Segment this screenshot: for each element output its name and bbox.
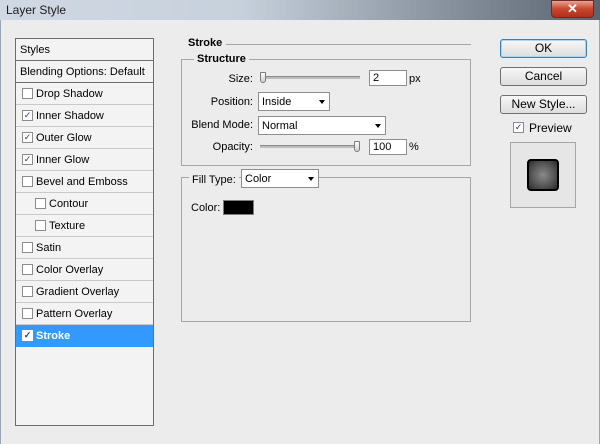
style-item-label: Outer Glow <box>36 132 92 144</box>
opacity-label: Opacity: <box>212 141 253 153</box>
preview-thumbnail <box>510 142 576 208</box>
title-bar[interactable]: Layer Style ✕ <box>0 0 600 20</box>
check-icon: ✓ <box>23 330 32 340</box>
preview-checkbox[interactable]: ✓ <box>513 122 524 133</box>
close-icon: ✕ <box>567 1 578 16</box>
blend-mode-value: Normal <box>262 120 298 132</box>
style-item-contour[interactable]: Contour <box>16 193 153 215</box>
stroke-divider <box>226 44 471 45</box>
style-item-bevel-and-emboss[interactable]: Bevel and Emboss <box>16 171 153 193</box>
style-checkbox[interactable] <box>22 176 33 187</box>
style-item-label: Inner Shadow <box>36 110 104 122</box>
chevron-down-icon <box>319 100 325 104</box>
opacity-value: 100 <box>373 141 392 153</box>
check-icon: ✓ <box>23 110 32 120</box>
size-label: Size: <box>228 73 253 85</box>
size-slider-thumb[interactable] <box>260 72 266 83</box>
style-item-label: Texture <box>49 220 86 232</box>
fill-group <box>181 177 471 322</box>
style-item-stroke[interactable]: ✓ Stroke <box>16 325 153 347</box>
blend-mode-label: Blend Mode: <box>191 119 253 131</box>
opacity-slider-track[interactable] <box>260 145 360 148</box>
style-item-satin[interactable]: Satin <box>16 237 153 259</box>
styles-list: Styles Blending Options: Default Drop Sh… <box>15 38 154 426</box>
ok-label: OK <box>534 41 553 55</box>
preview-label: Preview <box>529 121 572 135</box>
window-title: Layer Style <box>6 3 67 17</box>
style-checkbox[interactable]: ✓ <box>22 132 33 143</box>
size-value: 2 <box>373 72 380 84</box>
style-checkbox[interactable] <box>22 264 33 275</box>
blending-options-label: Blending Options: Default <box>20 66 145 78</box>
new-style-label: New Style... <box>511 97 576 111</box>
position-value: Inside <box>262 96 292 108</box>
style-item-label: Contour <box>49 198 89 210</box>
style-item-inner-glow[interactable]: ✓ Inner Glow <box>16 149 153 171</box>
style-item-label: Stroke <box>36 330 71 342</box>
cancel-button[interactable]: Cancel <box>500 67 587 86</box>
fill-type-value: Color <box>245 173 272 185</box>
blending-options-item[interactable]: Blending Options: Default <box>16 61 153 83</box>
dialog-body: Styles Blending Options: Default Drop Sh… <box>0 20 600 444</box>
cancel-label: Cancel <box>524 69 563 83</box>
style-checkbox[interactable] <box>22 242 33 253</box>
color-label: Color: <box>191 202 221 214</box>
style-checkbox[interactable] <box>35 198 46 209</box>
size-unit: px <box>409 73 421 85</box>
style-item-gradient-overlay[interactable]: Gradient Overlay <box>16 281 153 303</box>
opacity-unit: % <box>409 141 419 153</box>
check-icon: ✓ <box>23 154 32 164</box>
style-checkbox[interactable]: ✓ <box>22 330 33 341</box>
style-item-label: Drop Shadow <box>36 88 103 100</box>
size-input[interactable]: 2 <box>369 70 407 86</box>
fill-type-select[interactable]: Color <box>241 169 319 188</box>
styles-header-label: Styles <box>20 44 50 56</box>
ok-button[interactable]: OK <box>500 39 587 58</box>
size-slider-track[interactable] <box>260 76 360 79</box>
close-button[interactable]: ✕ <box>551 0 594 18</box>
color-swatch[interactable] <box>223 200 254 215</box>
fill-type-label: Fill Type: <box>189 174 239 186</box>
style-item-label: Satin <box>36 242 62 254</box>
style-item-drop-shadow[interactable]: Drop Shadow <box>16 83 153 105</box>
opacity-input[interactable]: 100 <box>369 139 407 155</box>
style-checkbox[interactable]: ✓ <box>22 154 33 165</box>
preview-swatch <box>527 159 559 191</box>
style-item-outer-glow[interactable]: ✓ Outer Glow <box>16 127 153 149</box>
blend-mode-select[interactable]: Normal <box>258 116 386 135</box>
style-item-texture[interactable]: Texture <box>16 215 153 237</box>
style-item-label: Pattern Overlay <box>36 308 113 320</box>
style-checkbox[interactable] <box>22 88 33 99</box>
check-icon: ✓ <box>23 132 32 142</box>
styles-header[interactable]: Styles <box>16 39 153 61</box>
layer-style-window: Layer Style ✕ Styles Blending Options: D… <box>0 0 600 444</box>
style-item-label: Bevel and Emboss <box>36 176 128 188</box>
structure-title: Structure <box>194 53 249 65</box>
style-item-label: Gradient Overlay <box>36 286 120 298</box>
style-checkbox[interactable]: ✓ <box>22 110 33 121</box>
style-item-inner-shadow[interactable]: ✓ Inner Shadow <box>16 105 153 127</box>
opacity-slider-thumb[interactable] <box>354 141 360 152</box>
chevron-down-icon <box>375 124 381 128</box>
style-item-pattern-overlay[interactable]: Pattern Overlay <box>16 303 153 325</box>
check-icon: ✓ <box>514 122 523 132</box>
style-item-color-overlay[interactable]: Color Overlay <box>16 259 153 281</box>
style-item-label: Color Overlay <box>36 264 104 276</box>
style-checkbox[interactable] <box>22 308 33 319</box>
style-checkbox[interactable] <box>22 286 33 297</box>
new-style-button[interactable]: New Style... <box>500 95 587 114</box>
stroke-title: Stroke <box>188 37 223 49</box>
style-item-label: Inner Glow <box>36 154 90 166</box>
chevron-down-icon <box>308 177 314 181</box>
position-label: Position: <box>210 96 253 108</box>
preview-checkbox-row[interactable]: ✓ Preview <box>513 120 593 136</box>
style-checkbox[interactable] <box>35 220 46 231</box>
position-select[interactable]: Inside <box>258 92 330 111</box>
